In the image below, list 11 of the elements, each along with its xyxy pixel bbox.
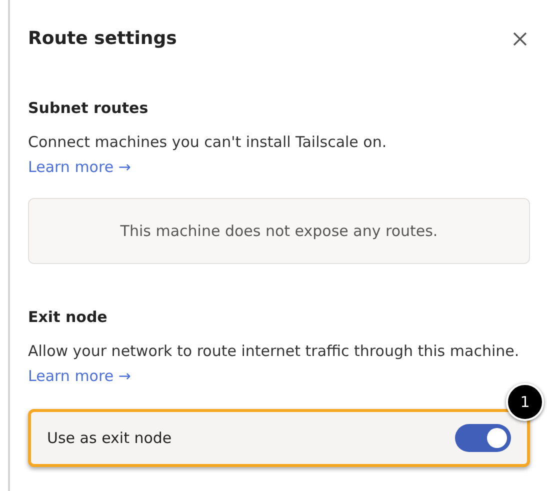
section-description: Connect machines you can't install Tailscale on. xyxy=(28,132,388,153)
learn-more-link[interactable]: Learn more → xyxy=(28,158,131,176)
section-heading: Exit node xyxy=(28,308,108,326)
learn-more-link[interactable]: Learn more → xyxy=(28,367,131,385)
empty-message: This machine does not expose any routes. xyxy=(120,222,438,240)
panel-title: Route settings xyxy=(28,28,177,49)
callout-badge: 1 xyxy=(506,383,544,421)
section-heading: Subnet routes xyxy=(28,99,150,117)
toggle-label: Use as exit node xyxy=(47,429,172,447)
close-icon xyxy=(512,30,528,46)
toggle-switch[interactable] xyxy=(455,424,511,452)
